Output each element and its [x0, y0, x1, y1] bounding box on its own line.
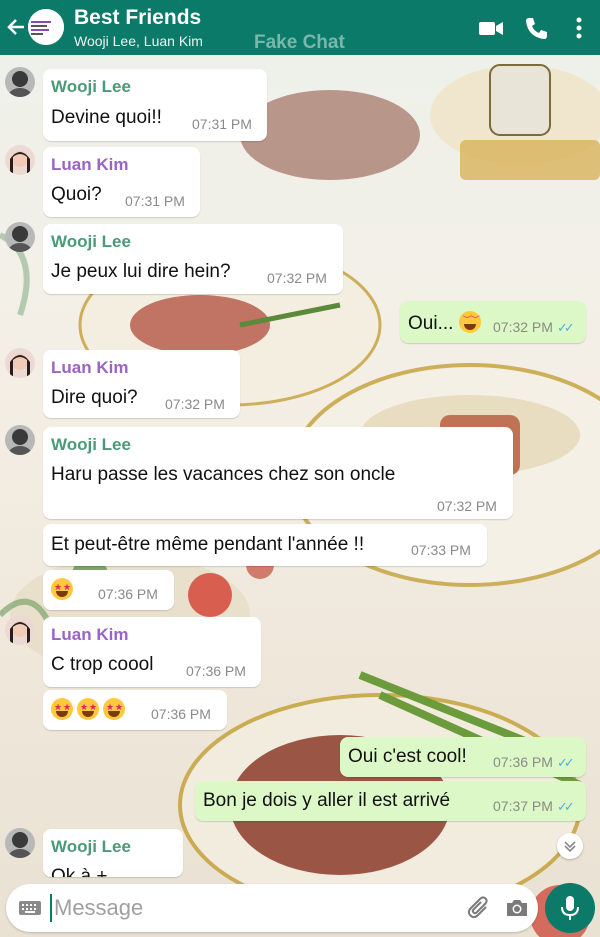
message-text: Bon je dois y aller il est arrivé	[203, 790, 451, 811]
sender-name: Luan Kim	[51, 155, 129, 174]
message-text: Je peux lui dire hein?	[51, 261, 231, 282]
message-emoji: ★ ★	[51, 578, 77, 602]
message-bubble-incoming[interactable]: Wooji Lee Je peux lui dire hein? 07:32 P…	[43, 224, 343, 294]
message-bubble-outgoing[interactable]: Oui c'est cool! 07:36 PM ✓✓	[340, 737, 586, 777]
chevron-down-icon	[564, 841, 576, 853]
avatar-wooji[interactable]	[5, 67, 35, 97]
message-text: Quoi?	[51, 184, 102, 205]
message-time: 07:36 PM	[98, 586, 158, 602]
message-bubble-incoming[interactable]: Wooji Lee Ok à +	[43, 829, 183, 877]
star-struck-emoji-icon: ★ ★	[51, 698, 73, 720]
message-text: Oui... ︶ ︶	[408, 311, 481, 334]
message-bubble-incoming[interactable]: Luan Kim Quoi? 07:31 PM	[43, 147, 200, 217]
message-bubble-incoming[interactable]: Luan Kim C trop coool 07:36 PM	[43, 617, 261, 687]
message-emoji: ★ ★ ★ ★ ★ ★	[51, 698, 129, 722]
more-vert-icon[interactable]	[566, 15, 592, 41]
message-text: Et peut-être même pendant l'année !!	[51, 534, 365, 555]
avatar-luan[interactable]	[5, 145, 35, 175]
message-bubble-outgoing[interactable]: Oui... ︶ ︶ 07:32 PM ✓✓	[400, 301, 586, 343]
mic-button[interactable]	[545, 883, 595, 933]
message-time: 07:32 PM	[437, 498, 497, 514]
scroll-to-bottom-button[interactable]	[557, 833, 583, 859]
star-struck-emoji-icon: ★ ★	[51, 578, 73, 600]
message-time: 07:32 PM	[165, 396, 225, 412]
message-bubble-incoming[interactable]: Wooji Lee Devine quoi!! 07:31 PM	[43, 69, 267, 141]
read-ticks-icon: ✓✓	[556, 799, 575, 814]
phone-icon[interactable]	[523, 15, 549, 41]
avatar-wooji[interactable]	[5, 222, 35, 252]
message-input[interactable]	[50, 894, 440, 922]
message-text: Oui c'est cool!	[348, 746, 467, 767]
attach-icon[interactable]	[466, 895, 492, 921]
mic-icon	[561, 896, 579, 920]
message-time: 07:31 PM	[125, 193, 185, 209]
message-text: Ok à +	[51, 866, 108, 877]
message-time: 07:31 PM	[192, 116, 252, 132]
message-text: Devine quoi!!	[51, 107, 162, 128]
message-bubble-outgoing[interactable]: Bon je dois y aller il est arrivé 07:37 …	[195, 781, 586, 821]
group-avatar[interactable]	[28, 9, 64, 45]
avatar-wooji[interactable]	[5, 425, 35, 455]
avatar-wooji[interactable]	[5, 828, 35, 858]
avatar-luan[interactable]	[5, 615, 35, 645]
chat-title[interactable]: Best Friends	[74, 6, 201, 30]
sender-name: Wooji Lee	[51, 77, 131, 96]
message-composer	[6, 884, 538, 932]
sender-name: Luan Kim	[51, 625, 129, 644]
message-time: 07:36 PM	[186, 663, 246, 679]
message-time: 07:33 PM	[411, 542, 471, 558]
message-bubble-incoming[interactable]: Luan Kim Dire quoi? 07:32 PM	[43, 350, 240, 418]
message-text: C trop coool	[51, 654, 154, 675]
message-time: 07:36 PM	[151, 706, 211, 722]
message-time: 07:32 PM ✓✓	[493, 319, 575, 335]
sender-name: Wooji Lee	[51, 232, 131, 251]
star-struck-emoji-icon: ★ ★	[103, 698, 125, 720]
read-ticks-icon: ✓✓	[556, 755, 575, 770]
message-bubble-incoming[interactable]: ★ ★ ★ ★ ★ ★ 07:36 PM	[43, 690, 227, 730]
camera-icon[interactable]	[504, 896, 530, 920]
message-time: 07:32 PM	[267, 270, 327, 286]
star-struck-emoji-icon: ★ ★	[77, 698, 99, 720]
message-bubble-incoming[interactable]: Et peut-être même pendant l'année !! 07:…	[43, 524, 487, 566]
video-call-icon[interactable]	[478, 15, 504, 41]
message-time: 07:37 PM ✓✓	[493, 798, 575, 814]
message-bubble-incoming[interactable]: ★ ★ 07:36 PM	[43, 570, 174, 610]
read-ticks-icon: ✓✓	[556, 320, 575, 335]
watermark: Fake Chat	[254, 32, 345, 53]
chat-participants[interactable]: Wooji Lee, Luan Kim	[74, 33, 203, 49]
keyboard-icon[interactable]	[18, 898, 42, 918]
sender-name: Wooji Lee	[51, 837, 131, 856]
message-time: 07:36 PM ✓✓	[493, 754, 575, 770]
grinning-sweat-emoji-icon: ︶ ︶	[458, 311, 481, 333]
message-text: Dire quoi?	[51, 387, 138, 408]
back-arrow-icon[interactable]	[6, 14, 28, 40]
message-bubble-incoming[interactable]: Wooji Lee Haru passe les vacances chez s…	[43, 427, 513, 519]
sender-name: Wooji Lee	[51, 435, 131, 454]
avatar-luan[interactable]	[5, 348, 35, 378]
sender-name: Luan Kim	[51, 358, 129, 377]
message-text: Haru passe les vacances chez son oncle	[51, 464, 396, 485]
